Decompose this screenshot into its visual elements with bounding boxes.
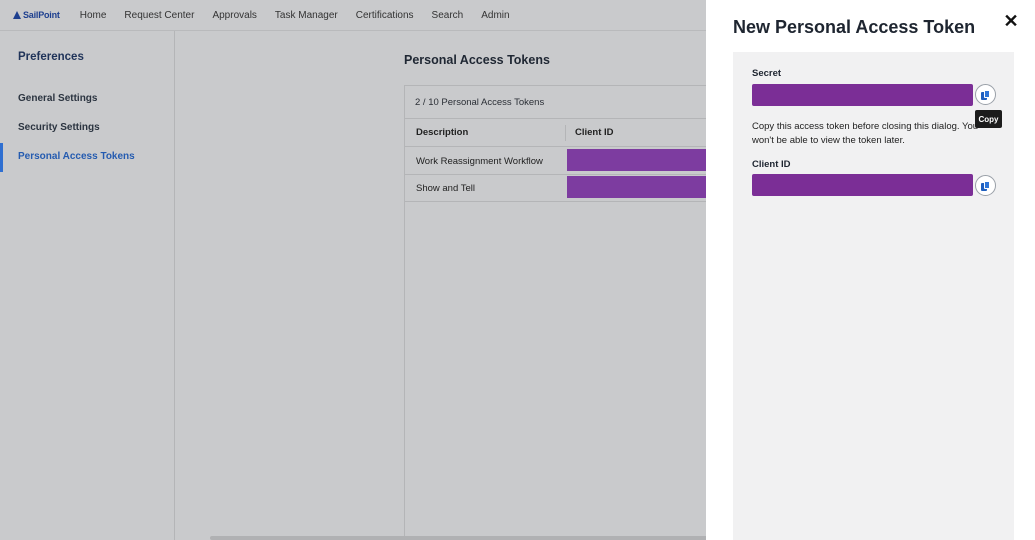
nav-certifications[interactable]: Certifications <box>356 10 414 21</box>
sailpoint-logo[interactable]: SailPoint <box>13 10 60 20</box>
client-id-field[interactable] <box>752 174 973 196</box>
logo-text: SailPoint <box>23 10 60 20</box>
copy-warning-text: Copy this access token before closing th… <box>752 121 979 146</box>
nav-approvals[interactable]: Approvals <box>212 10 256 21</box>
table-header: Description Client ID <box>405 118 725 147</box>
sidebar-item-general-settings[interactable]: General Settings <box>18 93 97 104</box>
sidebar-item-personal-access-tokens[interactable]: Personal Access Tokens <box>18 151 135 162</box>
copy-icon <box>981 89 990 100</box>
nav-task-manager[interactable]: Task Manager <box>275 10 338 21</box>
tokens-panel: 2 / 10 Personal Access Tokens Descriptio… <box>404 85 725 540</box>
copy-secret-button[interactable] <box>975 84 996 105</box>
row-description: Show and Tell <box>416 183 475 194</box>
active-indicator <box>0 143 3 172</box>
nav-home[interactable]: Home <box>80 10 107 21</box>
sidebar-item-security-settings[interactable]: Security Settings <box>18 122 100 133</box>
secret-label: Secret <box>752 68 782 79</box>
client-id-redacted <box>567 149 717 171</box>
table-row[interactable]: Work Reassignment Workflow <box>405 148 725 175</box>
column-description[interactable]: Description <box>416 127 468 138</box>
copy-tooltip: Copy <box>975 110 1002 128</box>
secret-field[interactable] <box>752 84 973 106</box>
logo-icon <box>13 11 21 19</box>
sidebar: Preferences General Settings Security Se… <box>0 31 175 540</box>
nav-search[interactable]: Search <box>432 10 464 21</box>
nav-admin[interactable]: Admin <box>481 10 509 21</box>
page-title: Personal Access Tokens <box>404 53 550 67</box>
client-id-label: Client ID <box>752 159 791 170</box>
sidebar-title: Preferences <box>18 51 84 63</box>
client-id-redacted <box>567 176 717 198</box>
copy-icon <box>981 180 990 191</box>
drawer-title: New Personal Access Token <box>733 17 976 37</box>
nav-request-center[interactable]: Request Center <box>124 10 194 21</box>
close-icon[interactable]: ✕ <box>1002 12 1020 30</box>
column-divider <box>565 125 566 141</box>
column-client-id[interactable]: Client ID <box>575 127 614 138</box>
row-description: Work Reassignment Workflow <box>416 156 543 167</box>
drawer-body: Secret Copy this access token before clo… <box>733 52 1014 540</box>
new-token-drawer: New Personal Access Token ✕ Secret Copy … <box>706 0 1035 540</box>
copy-client-id-button[interactable] <box>975 175 996 196</box>
table-row[interactable]: Show and Tell <box>405 175 725 202</box>
token-count: 2 / 10 Personal Access Tokens <box>415 97 545 108</box>
